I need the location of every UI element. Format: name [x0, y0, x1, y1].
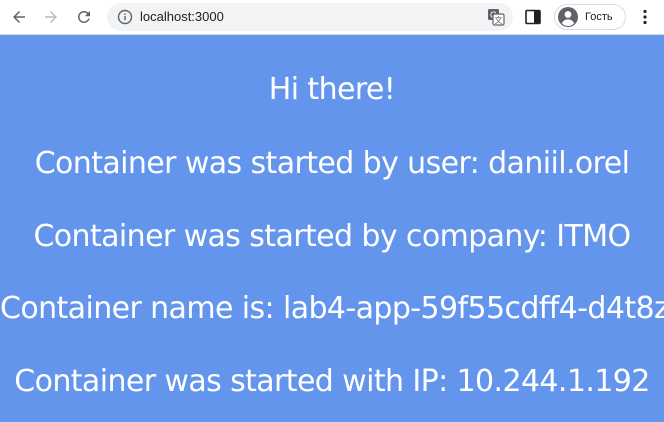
- page-content: Hi there! Container was started by user:…: [0, 35, 664, 422]
- arrow-left-icon: [13, 11, 25, 23]
- reload-icon: [77, 10, 90, 23]
- back-button[interactable]: [6, 4, 32, 30]
- reload-button[interactable]: [71, 4, 97, 30]
- company-text: Container was started by company: ITMO: [33, 219, 631, 254]
- user-text: Container was started by user: daniil.or…: [34, 146, 630, 181]
- side-panel-icon[interactable]: [524, 8, 542, 26]
- kebab-menu-icon[interactable]: [636, 8, 654, 26]
- greeting-text: Hi there!: [268, 72, 396, 107]
- container-ip-text: Container was started with IP: 10.244.1.…: [14, 364, 650, 399]
- profile-label: Гость: [585, 11, 613, 23]
- translate-icon[interactable]: G 文: [487, 8, 505, 26]
- avatar-icon: [558, 7, 578, 27]
- url-text[interactable]: localhost:3000: [140, 9, 224, 25]
- address-bar[interactable]: localhost:3000 G 文: [107, 3, 513, 31]
- forward-button[interactable]: [38, 4, 64, 30]
- profile-button[interactable]: Гость: [554, 4, 626, 30]
- info-icon[interactable]: [117, 9, 133, 25]
- browser-toolbar: localhost:3000 G 文 Гость: [0, 0, 664, 35]
- container-name-text: Container name is: lab4-app-59f55cdff4-d…: [0, 291, 664, 326]
- svg-text:文: 文: [495, 15, 503, 25]
- arrow-right-icon: [45, 11, 57, 23]
